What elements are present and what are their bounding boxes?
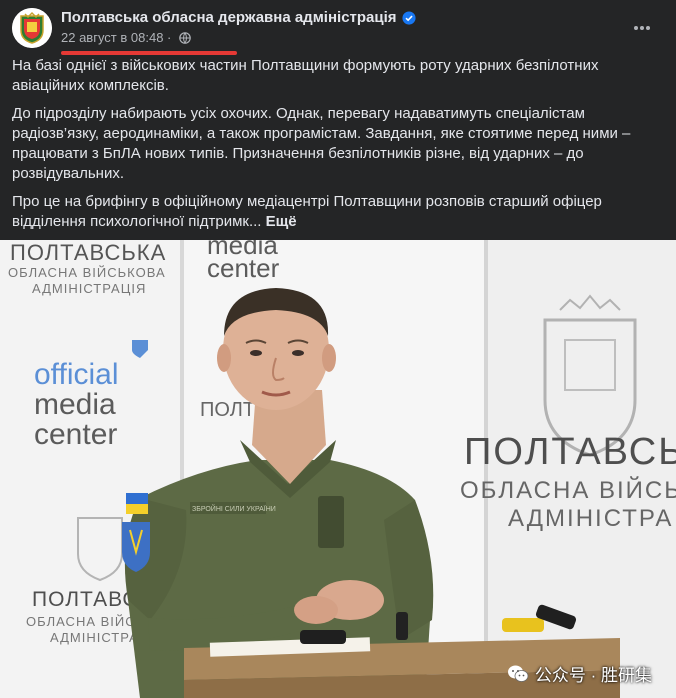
post-paragraph-2: До підрозділу набирають усіх охочих. Одн… (12, 105, 631, 182)
post-photo[interactable]: ПОЛТАВСЬКА ОБЛАСНА ВІЙСЬКОВА АДМІНІСТРАЦ… (0, 240, 676, 698)
page-name[interactable]: Полтавська обласна державна адміністраці… (61, 9, 397, 26)
verified-badge-icon (401, 11, 416, 25)
backdrop-text-tl-1: ПОЛТАВСЬКА (10, 240, 166, 265)
more-horizontal-icon (634, 26, 650, 30)
backdrop-text-tl-2: ОБЛАСНА ВІЙСЬКОВА (8, 265, 166, 280)
post-paragraph-1: На базі однієї з військових частин Полта… (12, 57, 599, 94)
post-header: Полтавська обласна державна адміністраці… (12, 8, 664, 55)
meta-separator: · (163, 30, 175, 45)
briefing-photo: ПОЛТАВСЬКА ОБЛАСНА ВІЙСЬКОВА АДМІНІСТРАЦ… (0, 240, 676, 698)
post-paragraph-3: Про це на брифінгу в офіційному медіацен… (12, 192, 652, 232)
watermark-text: 公众号 · 胜研集 (534, 666, 652, 685)
ukraine-flag-patch (126, 493, 148, 504)
backdrop-right-3: АДМІНІСТРА (508, 505, 673, 532)
backdrop-right-1: ПОЛТАВСЬ (464, 431, 676, 473)
post-timestamp[interactable]: 22 август в 08:48 (61, 30, 163, 45)
backdrop-official: official (34, 358, 119, 391)
backdrop-center-top: center (207, 253, 280, 283)
chest-pocket-badge (318, 496, 344, 548)
shoulder-insignia (122, 522, 150, 572)
name-tape-text: ЗБРОЙНІ СИЛИ УКРАЇНИ (192, 504, 276, 513)
microphone-2 (502, 618, 544, 632)
microphone-1 (300, 630, 346, 644)
backdrop-text-tl-3: АДМІНІСТРАЦІЯ (32, 281, 146, 296)
backdrop-center: center (34, 418, 117, 451)
wechat-icon (507, 665, 529, 682)
post-meta: 22 август в 08:48 · (61, 30, 191, 45)
red-annotation-underline (61, 51, 237, 55)
backdrop-right-2: ОБЛАСНА ВІЙСЬ (460, 476, 676, 504)
coat-of-arms-icon (12, 8, 52, 48)
watermark: 公众号 · 胜研集 (507, 661, 652, 686)
backdrop-media: media (34, 388, 116, 421)
post-text: На базі однієї з військових частин Полта… (12, 56, 652, 240)
globe-icon (179, 32, 191, 44)
page-name-link[interactable]: Полтавська обласна державна адміністраці… (61, 9, 416, 26)
post-paragraph-3-text: Про це на брифінгу в офіційному медіацен… (12, 193, 602, 230)
facebook-post: Полтавська обласна державна адміністраці… (0, 0, 676, 698)
page-avatar[interactable] (12, 8, 52, 48)
see-more-link[interactable]: Ещё (266, 213, 297, 230)
more-options-button[interactable] (628, 14, 656, 42)
